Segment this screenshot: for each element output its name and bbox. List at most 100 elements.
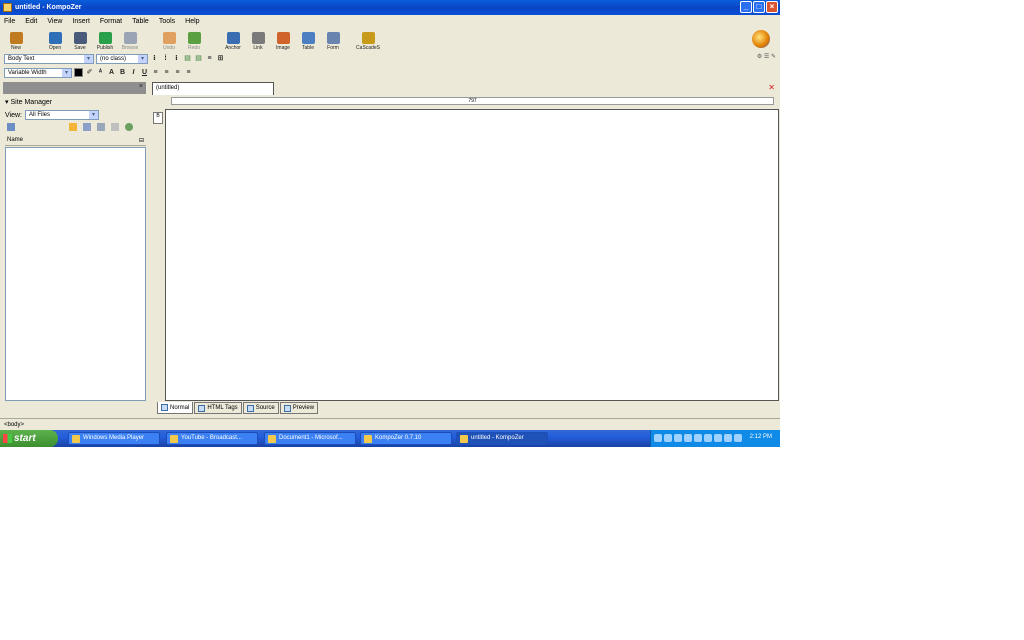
toolbar-label: Undo: [163, 45, 175, 51]
table-icon: [301, 32, 315, 44]
class-select[interactable]: (no class) ▾: [96, 53, 148, 64]
undo-button[interactable]: Undo: [157, 27, 181, 51]
format-toolbar-2: Variable Width ▾ ✐ ᴬ A B I U ≡ ≡ ≡ ≡: [0, 66, 780, 79]
column-picker-icon[interactable]: ⊟: [139, 137, 144, 144]
table-button[interactable]: Table: [296, 27, 320, 51]
browse-button[interactable]: Browse: [118, 27, 142, 51]
site-file-list[interactable]: [5, 147, 146, 401]
positioning-icon[interactable]: ⊞: [216, 54, 225, 63]
minimize-button[interactable]: _: [740, 1, 752, 13]
outdent-icon[interactable]: ▤: [183, 54, 192, 63]
body-marker: B: [153, 112, 163, 124]
browser-icon: [170, 435, 178, 443]
align-justify-icon[interactable]: ≡: [184, 68, 193, 77]
view-filter-select[interactable]: All Files ▾: [25, 110, 99, 120]
maximize-button[interactable]: □: [753, 1, 765, 13]
image-button[interactable]: Image: [271, 27, 295, 51]
font-select-value: Variable Width: [8, 69, 47, 76]
link-button[interactable]: Link: [246, 27, 270, 51]
redo-button[interactable]: Redo: [182, 27, 206, 51]
tray-icons[interactable]: [654, 434, 742, 442]
close-sidebar-icon[interactable]: ×: [139, 83, 143, 90]
chevron-down-icon: ▾: [62, 68, 71, 77]
toolbar-label: Open: [48, 45, 62, 51]
refresh-icon[interactable]: [125, 123, 133, 131]
menu-edit[interactable]: Edit: [25, 18, 37, 25]
word-icon: [268, 435, 276, 443]
form-button[interactable]: Form: [321, 27, 345, 51]
toolbar-label: Link: [253, 45, 263, 51]
menu-file[interactable]: File: [4, 18, 15, 25]
menu-format[interactable]: Format: [100, 18, 122, 25]
name-column-header[interactable]: Name ⊟: [5, 137, 146, 146]
task-kompozer-untitled[interactable]: untitled - KompoZer: [456, 432, 548, 445]
tab-preview[interactable]: Preview: [279, 402, 319, 414]
cascades-icon: [361, 32, 375, 44]
align-left-icon[interactable]: ≡: [151, 68, 160, 77]
save-button[interactable]: Save: [68, 27, 92, 51]
new-button[interactable]: New: [4, 27, 28, 51]
tab-source[interactable]: Source: [242, 402, 279, 414]
indent-icon[interactable]: ⁝: [172, 54, 181, 63]
edit-mode-icons: ⚙ ☰ ✎: [756, 54, 776, 60]
underline-button[interactable]: U: [140, 68, 149, 77]
align-right-icon[interactable]: ≡: [173, 68, 182, 77]
publish-button[interactable]: Publish: [93, 27, 117, 51]
close-button[interactable]: ×: [766, 1, 778, 13]
menu-table[interactable]: Table: [132, 18, 149, 25]
cascades-button[interactable]: CaScadeS: [356, 27, 380, 51]
close-tab-icon[interactable]: ✕: [768, 83, 775, 92]
status-bar: <body>: [0, 418, 780, 430]
bulleted-list-icon[interactable]: ⁞: [161, 54, 170, 63]
title-bar: untitled - KompoZer _ □ ×: [0, 0, 780, 15]
folder-icon: [364, 435, 372, 443]
status-tag[interactable]: <body>: [4, 422, 24, 428]
app-icon: [3, 3, 12, 12]
font-size-larger-icon[interactable]: A: [107, 68, 116, 77]
menu-help[interactable]: Help: [185, 18, 199, 25]
toolbar-label: Form: [327, 45, 339, 51]
highlight-icon[interactable]: ✐: [85, 68, 94, 77]
view-label: View:: [5, 111, 22, 119]
align-center-icon[interactable]: ≡: [162, 68, 171, 77]
sidebar-header: ×: [3, 82, 146, 94]
format-toolbar-1: Body Text ▾ (no class) ▾ ⁝ ⁞ ⁝ ▤ ▤ ≡ ⊞: [0, 52, 780, 65]
document-tab[interactable]: (untitled): [152, 82, 274, 95]
menu-view[interactable]: View: [47, 18, 62, 25]
paragraph-style-select[interactable]: Body Text ▾: [4, 53, 94, 64]
chevron-down-icon: ▾: [138, 54, 147, 63]
publish-globe-icon: [98, 32, 112, 44]
italic-button[interactable]: I: [129, 68, 138, 77]
rename-icon[interactable]: [97, 123, 105, 131]
menu-insert[interactable]: Insert: [72, 18, 90, 25]
indent-more-icon[interactable]: ▤: [194, 54, 203, 63]
link-icon: [251, 32, 265, 44]
align-icon[interactable]: ≡: [205, 54, 214, 63]
window-title: untitled - KompoZer: [15, 4, 82, 11]
task-windows-media-player[interactable]: Windows Media Player: [68, 432, 160, 445]
undo-icon: [162, 32, 176, 44]
font-select[interactable]: Variable Width ▾: [4, 67, 72, 78]
bold-button[interactable]: B: [118, 68, 127, 77]
normal-mode-icon: [161, 404, 168, 411]
task-youtube[interactable]: YouTube - Broadcast...: [166, 432, 258, 445]
anchor-button[interactable]: Anchor: [221, 27, 245, 51]
new-folder-icon[interactable]: [69, 123, 77, 131]
kompozer-window: untitled - KompoZer _ □ × File Edit View…: [0, 0, 780, 430]
tab-normal[interactable]: Normal: [157, 402, 194, 414]
font-size-smaller-icon[interactable]: ᴬ: [96, 68, 105, 77]
toolbar-label: Browse: [121, 45, 139, 51]
tab-html-tags[interactable]: HTML Tags: [194, 402, 242, 414]
delete-icon[interactable]: [111, 123, 119, 131]
text-color-swatch[interactable]: [74, 68, 83, 77]
start-button[interactable]: start: [0, 430, 58, 447]
task-kompozer-folder[interactable]: KompoZer 0.7.10: [360, 432, 452, 445]
menu-tools[interactable]: Tools: [159, 18, 175, 25]
open-button[interactable]: Open: [43, 27, 67, 51]
editing-canvas[interactable]: [165, 109, 779, 401]
task-word-document[interactable]: Document1 - Microsof...: [264, 432, 356, 445]
numbered-list-icon[interactable]: ⁝: [150, 54, 159, 63]
edit-site-icon[interactable]: [83, 123, 91, 131]
sites-icon[interactable]: [7, 123, 15, 131]
